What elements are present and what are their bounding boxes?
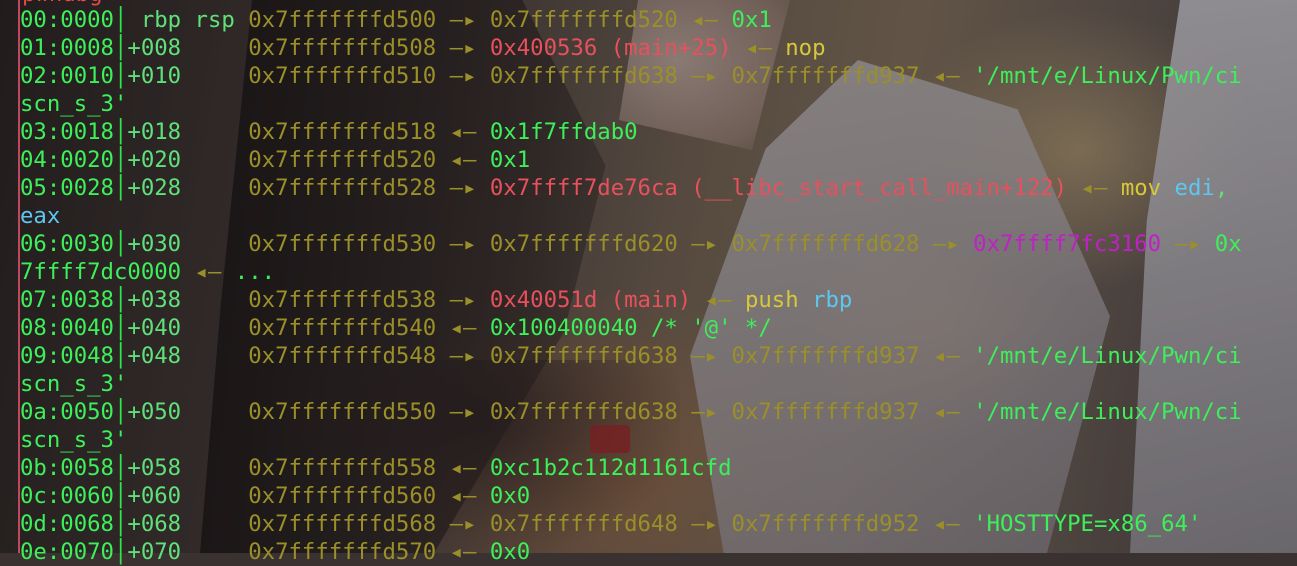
- stack-row: 00:0000│ rbp rsp 0x7fffffffd500 —▸ 0x7ff…: [20, 7, 772, 33]
- stack-row: 04:0020│+020 0x7fffffffd520 ◂— 0x1: [20, 147, 531, 173]
- stack-row: 0b:0058│+058 0x7fffffffd558 ◂— 0xc1b2c11…: [20, 455, 732, 481]
- stack-row: 01:0008│+008 0x7fffffffd508 —▸ 0x400536 …: [20, 35, 826, 61]
- stack-row-wrap: scn_s_3': [20, 371, 128, 397]
- stack-row: 0e:0070│+070 0x7fffffffd570 ◂— 0x0: [20, 539, 531, 565]
- stack-row-wrap: 7ffff7dc0000 ◂— ...: [20, 259, 276, 285]
- stack-row-wrap: scn_s_3': [20, 91, 128, 117]
- truncated-header: pwndbg: [22, 0, 103, 7]
- stack-row: 0a:0050│+050 0x7fffffffd550 —▸ 0x7ffffff…: [20, 399, 1242, 425]
- stack-row-wrap: eax: [20, 203, 61, 229]
- stack-row: 03:0018│+018 0x7fffffffd518 ◂— 0x1f7ffda…: [20, 119, 638, 145]
- stack-row: 09:0048│+048 0x7fffffffd548 —▸ 0x7ffffff…: [20, 343, 1242, 369]
- stack-row: 08:0040│+040 0x7fffffffd540 ◂— 0x1004000…: [20, 315, 772, 341]
- stack-row: 06:0030│+030 0x7fffffffd530 —▸ 0x7ffffff…: [20, 231, 1242, 257]
- stack-row: 02:0010│+010 0x7fffffffd510 —▸ 0x7ffffff…: [20, 63, 1242, 89]
- stack-row: 0d:0068│+068 0x7fffffffd568 —▸ 0x7ffffff…: [20, 511, 1202, 537]
- terminal-window[interactable]: 00:0000│ rbp rsp 0x7fffffffd500 —▸ 0x7ff…: [0, 0, 1297, 565]
- stack-row: 05:0028│+028 0x7fffffffd528 —▸ 0x7ffff7d…: [20, 175, 1229, 201]
- stack-row: 0c:0060│+060 0x7fffffffd560 ◂— 0x0: [20, 483, 531, 509]
- stack-row: 07:0038│+038 0x7fffffffd538 —▸ 0x40051d …: [20, 287, 853, 313]
- stack-row-wrap: scn_s_3': [20, 427, 128, 453]
